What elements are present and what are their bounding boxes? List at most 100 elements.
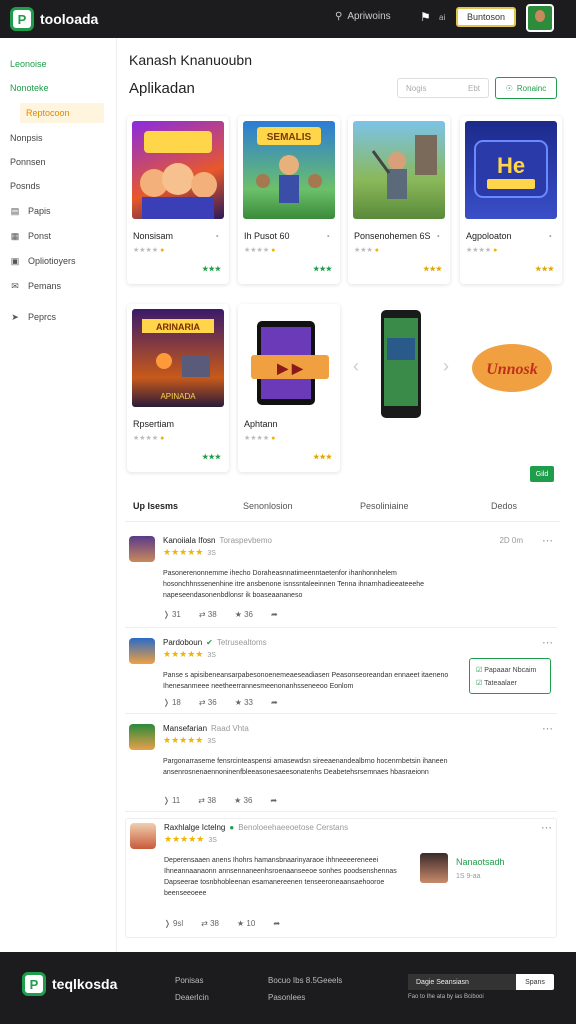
like-button[interactable]: ❭ 31 xyxy=(163,610,181,619)
bell-icon[interactable]: ⚑ xyxy=(420,10,431,24)
carousel-cta-button[interactable]: Gild xyxy=(530,466,554,482)
review-body: Pargonarraseme fensrcinteaspensi amasewd… xyxy=(163,758,448,776)
tab-pesoliniaine[interactable]: Pesoliniaine xyxy=(360,501,409,511)
sidebar-item-3[interactable]: Nonpsis xyxy=(10,128,43,148)
info-icon[interactable]: ◔ xyxy=(214,232,219,241)
sidebar-item-5[interactable]: Posnds xyxy=(10,176,40,196)
star-button[interactable]: ★ 36 xyxy=(235,610,253,619)
repost-button[interactable]: ⇄ 38 xyxy=(201,919,219,928)
card-rating: ★★★★ ● xyxy=(244,247,276,254)
svg-text:He: He xyxy=(497,153,525,178)
tab-senonlosion[interactable]: Senonlosion xyxy=(243,501,293,511)
avatar xyxy=(129,536,155,562)
carousel-next-icon[interactable]: › xyxy=(443,356,449,377)
card-badge: ★★★ xyxy=(313,266,332,273)
phone-art-icon xyxy=(381,310,421,418)
sidebar-item-active[interactable]: Reptocoon xyxy=(20,103,104,123)
review-date: 2D 0m xyxy=(499,536,523,545)
info-icon[interactable]: ◔ xyxy=(547,232,552,241)
app-card[interactable]: SEMALIS Ih Pusot 60 ◔ ★★★★ ● ★★★ xyxy=(238,116,340,284)
footer-link[interactable]: Pasonlees xyxy=(268,993,305,1002)
sidebar-item-10[interactable]: ➤ Peprcs xyxy=(10,307,56,327)
avatar xyxy=(129,638,155,664)
tab-dedos[interactable]: Dedos xyxy=(491,501,517,511)
repost-button[interactable]: ⇄ 36 xyxy=(199,698,217,707)
review-rating: ★★★★★ 3S xyxy=(163,547,216,557)
more-icon[interactable]: ⋯ xyxy=(542,722,553,735)
star-button[interactable]: ★ 10 xyxy=(237,919,255,928)
sidebar-item-8[interactable]: ▣ Opliotioyers xyxy=(10,251,76,271)
game-art-icon: SEMALIS xyxy=(256,127,322,203)
review-actions: ❭ 31 ⇄ 38 ★ 36 ➦ xyxy=(163,610,278,619)
review-actions: ❭ 18 ⇄ 36 ★ 33 ➦ xyxy=(163,698,278,707)
review-body: Deperensaaen anens Ihohrs hamansbnaariny… xyxy=(164,857,397,897)
review-item: Kanoiiala Ifosn Toraspevbemo ★★★★★ 3S 2D 0… xyxy=(125,532,557,628)
review-actions: ❭ 9sl ⇄ 38 ★ 10 ➦ xyxy=(164,919,280,928)
logo[interactable]: P tooloada xyxy=(10,7,98,31)
sidebar-item-7[interactable]: ▦ Ponst xyxy=(10,226,51,246)
game-art-icon: ARINARIA APINADA xyxy=(142,319,214,401)
review-item: Raxhlalge Ictelng ● Benoloeehaeeoetose Cer… xyxy=(125,818,557,938)
logo-icon: P xyxy=(10,7,34,31)
sidebar-item-6[interactable]: ▤ Papis xyxy=(10,201,51,221)
filter-button[interactable]: ☉ Ronainc xyxy=(495,77,557,99)
footer-link[interactable]: Ponisas xyxy=(175,976,203,985)
footer-logo[interactable]: P teqlkosda xyxy=(22,972,117,996)
card-badge: ★★★ xyxy=(313,454,332,461)
star-button[interactable]: ★ 36 xyxy=(234,796,252,805)
app-card[interactable]: ARINARIA APINADA Rpsertiam ★★★★ ● ★★★ xyxy=(127,304,229,472)
logo-icon: P xyxy=(22,972,46,996)
share-icon[interactable]: ➦ xyxy=(273,919,280,928)
app-art: SEMALIS xyxy=(243,121,335,219)
brand-name: tooloada xyxy=(40,11,99,27)
more-icon[interactable]: ⋯ xyxy=(542,636,553,649)
card-rating: ★★★ ● xyxy=(354,247,380,254)
carousel-prev-icon[interactable]: ‹ xyxy=(353,356,359,377)
repost-button[interactable]: ⇄ 38 xyxy=(198,796,216,805)
review-rating: ★★★★★ 3S xyxy=(163,649,216,659)
footer-link[interactable]: Deaerlcin xyxy=(175,993,209,1002)
profile-avatar[interactable] xyxy=(420,853,448,883)
share-icon[interactable]: ➦ xyxy=(271,698,278,707)
shield-icon: ☉ xyxy=(505,83,513,93)
app-art: ARINARIA APINADA xyxy=(132,309,224,407)
info-icon[interactable]: ◔ xyxy=(325,232,330,241)
user-avatar[interactable] xyxy=(526,4,554,32)
sidebar-item-0[interactable]: Leonoise xyxy=(10,54,47,74)
more-icon[interactable]: ⋯ xyxy=(542,534,553,547)
share-icon[interactable]: ➦ xyxy=(271,610,278,619)
header-cta-button[interactable]: Buntoson xyxy=(456,7,516,27)
app-card[interactable]: He Agpoloaton ◔ ★★★★ ● ★★★ xyxy=(460,116,562,284)
like-button[interactable]: ❭ 11 xyxy=(163,796,180,805)
sidebar-item-9[interactable]: ✉ Pemans xyxy=(10,276,61,296)
sidebar-item-1[interactable]: Nonoteke xyxy=(10,78,49,98)
tab-up-isesms[interactable]: Up Isesms xyxy=(133,501,178,511)
svg-text:▶ ▶: ▶ ▶ xyxy=(276,360,304,376)
game-art-icon xyxy=(371,135,437,199)
card-rating: ★★★★ ● xyxy=(244,435,276,442)
more-icon[interactable]: ⋯ xyxy=(541,821,552,834)
notice-box[interactable]: ☑ Papaaar Nbcaim ☑ Tateaalaer xyxy=(469,658,551,694)
main-content: Kanash Knanuoubn Aplikadan Nogis Ebt ☉ R… xyxy=(117,38,576,952)
check-icon: ☑ xyxy=(476,667,483,674)
email-field[interactable]: Dagie Seansiasn xyxy=(408,974,516,990)
share-icon[interactable]: ➦ xyxy=(270,796,277,805)
game-art-icon xyxy=(140,131,217,219)
like-button[interactable]: ❭ 18 xyxy=(163,698,181,707)
footer-link[interactable]: Bocuo Ibs 8.5Geeels xyxy=(268,976,342,985)
svg-text:ARINARIA: ARINARIA xyxy=(156,322,200,332)
info-icon[interactable]: ◔ xyxy=(435,232,440,241)
filter-input[interactable]: Nogis Ebt xyxy=(397,78,489,98)
app-card[interactable]: Nonsisam ◔ ★★★★ ● ★★★ xyxy=(127,116,229,284)
sidebar-item-4[interactable]: Ponnsen xyxy=(10,152,46,172)
app-card[interactable]: ▶ ▶ Aphtann ★★★★ ● ★★★ xyxy=(238,304,340,472)
star-button[interactable]: ★ 33 xyxy=(235,698,253,707)
card-badge: ★★★ xyxy=(202,266,221,273)
app-card[interactable]: Ponsenohemen 6S ◔ ★★★ ● ★★★ xyxy=(348,116,450,284)
repost-button[interactable]: ⇄ 38 xyxy=(199,610,217,619)
like-button[interactable]: ❭ 9sl xyxy=(164,919,183,928)
top-search[interactable]: ⚲ Apriwoins xyxy=(335,11,391,22)
review-body: Panse s apisibeneansarpabesonoenemeaesea… xyxy=(163,672,449,690)
check-icon: ☑ xyxy=(476,680,483,687)
subscribe-button[interactable]: Spans xyxy=(516,979,554,986)
